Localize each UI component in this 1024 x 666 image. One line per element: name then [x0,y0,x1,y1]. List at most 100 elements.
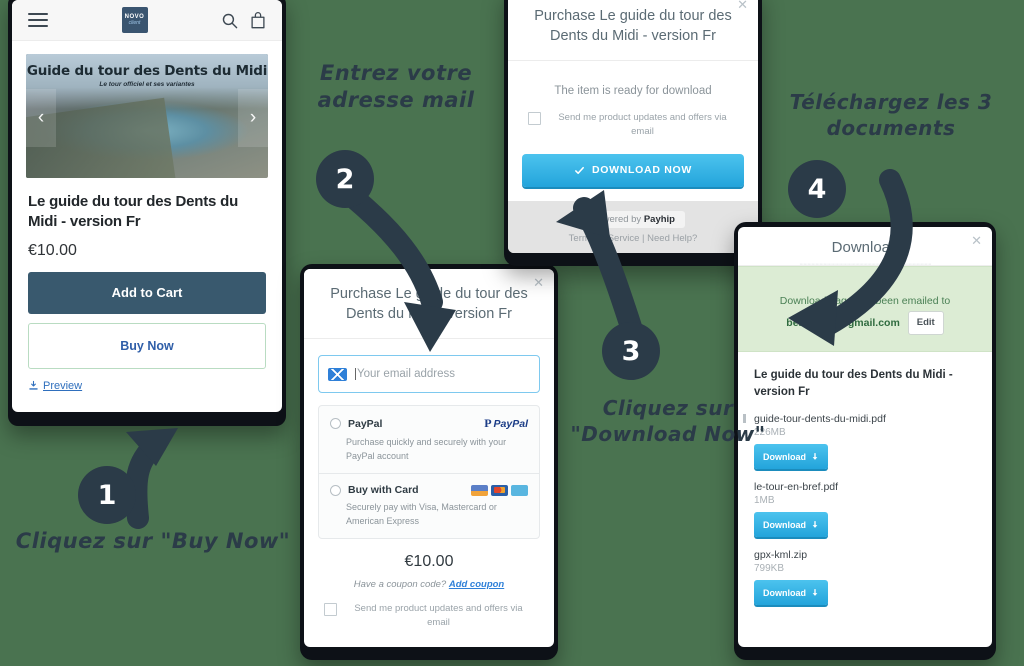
notice-line1: Download page has been emailed to [779,295,951,307]
caption-step-2-line1: Entrez votre [319,61,473,85]
email-notice-banner: Download page has been emailed to ben...… [738,266,992,352]
download-modal-header: ✕ Download ·····························… [738,227,992,266]
download-icon [29,380,38,390]
buy-now-button[interactable]: Buy Now [28,322,266,369]
list-item: gpx-kml.zip 799KB Download [754,549,976,606]
visa-icon [471,484,488,496]
radio-card[interactable] [330,484,341,496]
optin-checkbox[interactable] [324,603,337,617]
file-name: gpx-kml.zip [754,549,808,562]
product-hero-image: Guide du tour des Dents du Midi Le tour … [26,54,268,178]
download-arrow-icon [812,589,818,597]
carousel-next-button[interactable]: › [238,88,268,147]
download-file-label: Download [763,451,806,462]
optin-row[interactable]: Send me product updates and offers via e… [324,602,534,631]
ready-screen: ✕ Purchase Le guide du tour des Dents du… [508,0,758,253]
download-file-button[interactable]: Download [754,444,828,470]
download-now-button[interactable]: DOWNLOAD NOW [522,153,744,187]
site-logo[interactable]: NOVO client [121,7,148,33]
step-badge-2: 2 [316,150,374,208]
download-file-label: Download [763,519,806,530]
email-placeholder: Your email address [355,368,456,381]
phone-frame-shop: NOVO client Guide du tour des Dents du M… [8,0,286,426]
optin-checkbox[interactable] [528,112,541,126]
payment-option-card[interactable]: Buy with Card Securely pay with Visa, Ma… [319,473,539,538]
purchase-modal-title: Purchase Le guide du tour des Dents du M… [330,286,528,322]
file-size: 1MB [754,495,775,507]
amex-icon [511,484,528,496]
download-arrow-icon [812,453,818,461]
file-size: 799KB [754,563,785,575]
caption-step-4-line2: documents [826,115,956,140]
preview-label: Preview [43,379,83,392]
paypal-label: PayPal [348,417,383,430]
email-field[interactable]: Your email address [318,355,540,394]
coupon-text: Have a coupon code? [353,579,447,591]
phone-frame-ready: ✕ Purchase Le guide du tour des Dents du… [504,0,762,266]
modal-price: €10.00 [404,553,454,571]
file-name: guide-tour-dents-du-midi.pdf [754,413,886,426]
phone-frame-download: ✕ Download ·····························… [734,222,996,660]
step-badge-4: 4 [788,160,846,218]
preview-link[interactable]: Preview [28,380,266,392]
hero-title: Guide du tour des Dents du Midi [26,63,268,79]
footer-links[interactable]: Terms of Service | Need Help? [569,233,698,244]
radio-paypal[interactable] [330,418,341,430]
search-icon[interactable] [221,12,238,29]
shop-header: NOVO client [12,0,282,41]
carousel-prev-button[interactable]: ‹ [26,88,56,147]
list-item: guide-tour-dents-du-midi.pdf 226MB Downl… [743,413,976,470]
optin-label: Send me product updates and offers via e… [558,112,727,138]
shop-screen: NOVO client Guide du tour des Dents du M… [12,0,282,412]
edit-email-button[interactable]: Edit [907,310,944,335]
caption-step-4: Téléchargez les 3 documents [764,90,1018,141]
hamburger-icon[interactable] [28,13,48,27]
close-icon[interactable]: ✕ [533,275,544,291]
page-title: Le guide du tour des Dents du Midi - ver… [28,193,239,230]
mastercard-icon [491,484,508,496]
product-price: €10.00 [28,241,77,259]
close-icon[interactable]: ✕ [737,0,748,13]
notice-email: ben...uis...@gmail.com [786,316,900,329]
purchase-screen: ✕ Purchase Le guide du tour des Dents du… [304,269,554,647]
check-icon [575,166,584,174]
ready-body: The item is ready for download [508,61,758,97]
phone-frame-purchase: ✕ Purchase Le guide du tour des Dents du… [300,264,558,660]
add-coupon-link[interactable]: Add coupon [449,579,504,590]
card-label: Buy with Card [348,484,419,497]
step-badge-3: 3 [602,322,660,380]
list-item: le-tour-en-bref.pdf 1MB Download [754,481,976,538]
payment-option-paypal[interactable]: PayPal P PayPal Purchase quickly and secu… [319,406,539,473]
download-file-button[interactable]: Download [754,512,828,538]
download-now-label: DOWNLOAD NOW [592,164,692,177]
hero-subtitle: Le tour officiel et ses variantes [99,81,195,88]
file-icon [743,414,746,424]
bag-icon[interactable] [250,11,266,29]
close-icon[interactable]: ✕ [971,233,982,249]
powered-by-payhip: Powered by Payhip [581,210,685,228]
file-name: le-tour-en-bref.pdf [754,481,839,494]
powered-prefix: Powered by [591,213,642,225]
download-screen: ✕ Download ·····························… [738,227,992,647]
purchase-modal-header: ✕ Purchase Le guide du tour des Dents du… [304,269,554,340]
step-badge-1: 1 [78,466,136,524]
payhip-footer: Powered by Payhip Terms of Service | Nee… [508,201,758,253]
download-file-button[interactable]: Download [754,580,828,606]
download-modal-title: Download [831,239,899,256]
payhip-brand: Payhip [643,213,675,225]
caption-step-4-line1: Téléchargez les 3 [789,90,993,114]
card-brand-icons [471,484,528,496]
paypal-description: Purchase quickly and securely with your … [346,437,507,461]
caption-step-1: Cliquez sur "Buy Now" [15,529,291,553]
header-icons [221,11,266,29]
optin-row[interactable]: Send me product updates and offers via e… [528,111,738,140]
ready-modal-title: Purchase Le guide du tour des Dents du M… [534,8,732,44]
tutorial-canvas: NOVO client Guide du tour des Dents du M… [0,0,1024,666]
payment-options: PayPal P PayPal Purchase quickly and secu… [318,405,540,540]
add-to-cart-button[interactable]: Add to Cart [28,271,266,314]
logo-sub-text: client [128,20,141,26]
optin-label: Send me product updates and offers via e… [354,603,523,629]
download-file-label: Download [763,587,806,598]
download-product-title: Le guide du tour des Dents du Midi - ver… [754,368,953,399]
decorative-dots: ········································… [799,261,932,266]
